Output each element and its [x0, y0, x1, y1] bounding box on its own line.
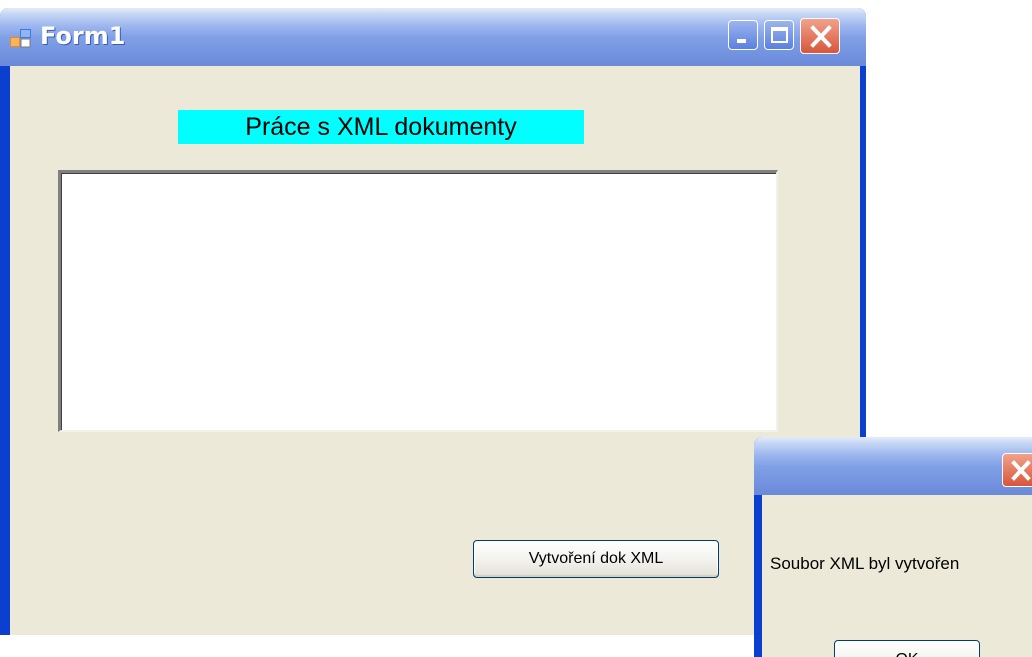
dialog-close-button[interactable] [1002, 453, 1032, 487]
window-title: Form1 [40, 22, 126, 50]
create-xml-button[interactable]: Vytvoření dok XML [473, 540, 719, 578]
close-icon [1011, 460, 1031, 481]
form-client-area: Práce s XML dokumenty Vytvoření dok XML [10, 66, 860, 635]
ok-button[interactable]: OK [834, 640, 980, 657]
minimize-icon [737, 39, 746, 43]
title-bar[interactable]: Form1 [0, 8, 866, 66]
dialog-message: Soubor XML byl vytvořen [770, 554, 960, 573]
maximize-icon [771, 27, 788, 43]
minimize-button[interactable] [728, 20, 758, 50]
close-icon [810, 25, 832, 48]
main-window: Form1 Práce s XML dokumenty Vytvoření do… [0, 8, 866, 635]
dialog-client-area: Soubor XML byl vytvořen OK [762, 495, 1032, 657]
heading-label: Práce s XML dokumenty [178, 110, 584, 144]
message-dialog: Soubor XML byl vytvořen OK [754, 437, 1032, 657]
dialog-title-bar[interactable] [754, 437, 1032, 495]
output-textarea[interactable] [58, 170, 778, 432]
app-form-icon[interactable] [10, 27, 32, 49]
maximize-button[interactable] [764, 20, 794, 50]
close-button[interactable] [800, 18, 840, 54]
